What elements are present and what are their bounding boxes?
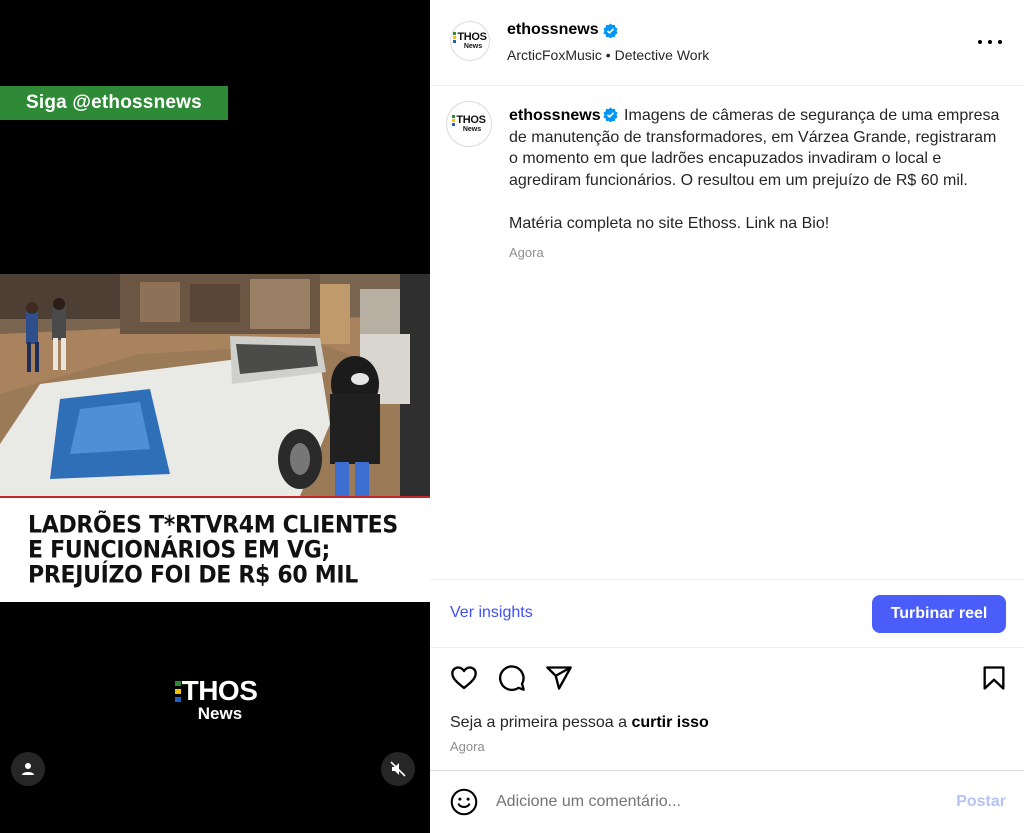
boost-reel-button[interactable]: Turbinar reel [872,595,1006,633]
like-this-link[interactable]: curtir isso [631,714,708,731]
more-dot-icon [978,40,982,44]
tagged-users-button[interactable] [11,752,45,786]
headline-line: E FUNCIONÁRIOS EM VG; [28,536,330,564]
avatar[interactable]: THOS News [450,21,490,61]
verified-badge-icon [603,22,618,38]
emoji-icon[interactable] [450,788,478,816]
header-username[interactable]: ethossnews [507,21,599,39]
heart-icon[interactable] [450,664,478,692]
caption: ethossnews Imagens de câmeras de seguran… [509,105,1004,264]
bookmark-icon[interactable] [980,664,1008,692]
caption-timestamp: Agora [509,245,544,260]
likes-summary: Seja a primeira pessoa a curtir isso [450,714,709,732]
post-actions: Seja a primeira pessoa a curtir isso Ago… [430,648,1024,771]
mute-button[interactable] [381,752,415,786]
caption-avatar[interactable]: THOS News [446,101,492,147]
audio-info: ArcticFoxMusic • Detective Work [507,47,709,63]
avatar-sub: News [462,126,482,133]
insights-row: Ver insights Turbinar reel [430,580,1024,648]
likes-prefix: Seja a primeira pessoa a [450,714,627,731]
more-dot-icon [988,40,992,44]
verified-badge-icon [603,107,618,122]
logo-color-bars [174,680,181,702]
caption-area: THOS News ethossnews Imagens de câmeras … [430,86,1024,580]
cctv-footage [0,274,430,496]
view-insights-link[interactable]: Ver insights [450,604,533,622]
logo-sub-text: News [197,704,243,723]
audio-separator: • [605,47,611,63]
more-dot-icon [998,40,1002,44]
avatar-sub: News [463,43,483,50]
comment-icon[interactable] [498,664,526,692]
post-header: THOS News ethossnews ArcticFoxMusic • De… [430,0,1024,86]
caption-text: Imagens de câmeras de segurança de uma e… [509,107,1000,232]
audio-track[interactable]: Detective Work [615,47,710,63]
avatar-text: THOS [456,114,486,126]
post-details-panel: THOS News ethossnews ArcticFoxMusic • De… [430,0,1024,833]
post-comment-button[interactable]: Postar [956,793,1006,811]
ethos-news-logo: THOS News [166,676,266,723]
video-headline: LADRÕES T*RTVR4M CLIENTES E FUNCIONÁRIOS… [0,496,430,602]
avatar-text: THOS [457,31,487,43]
header-username-row: ethossnews [507,21,618,39]
user-icon [22,763,34,775]
share-icon[interactable] [545,664,573,692]
follow-banner: Siga @ethossnews [0,86,228,120]
headline-line: PREJUÍZO FOI DE R$ 60 MIL [28,561,358,589]
more-options-button[interactable] [978,32,1002,52]
comment-input[interactable] [496,789,936,815]
audio-artist[interactable]: ArcticFoxMusic [507,47,602,63]
reel-video-player[interactable]: Siga @ethossnews LADRÕES T*RTVR4M CLIENT… [0,0,430,833]
post-timestamp: Agora [450,739,485,754]
headline-line: LADRÕES T*RTVR4M CLIENTES [28,511,398,539]
caption-username[interactable]: ethossnews [509,107,601,124]
logo-main-text: THOS [181,675,258,706]
muted-speaker-icon [390,761,406,777]
comment-bar: Postar [430,771,1024,833]
